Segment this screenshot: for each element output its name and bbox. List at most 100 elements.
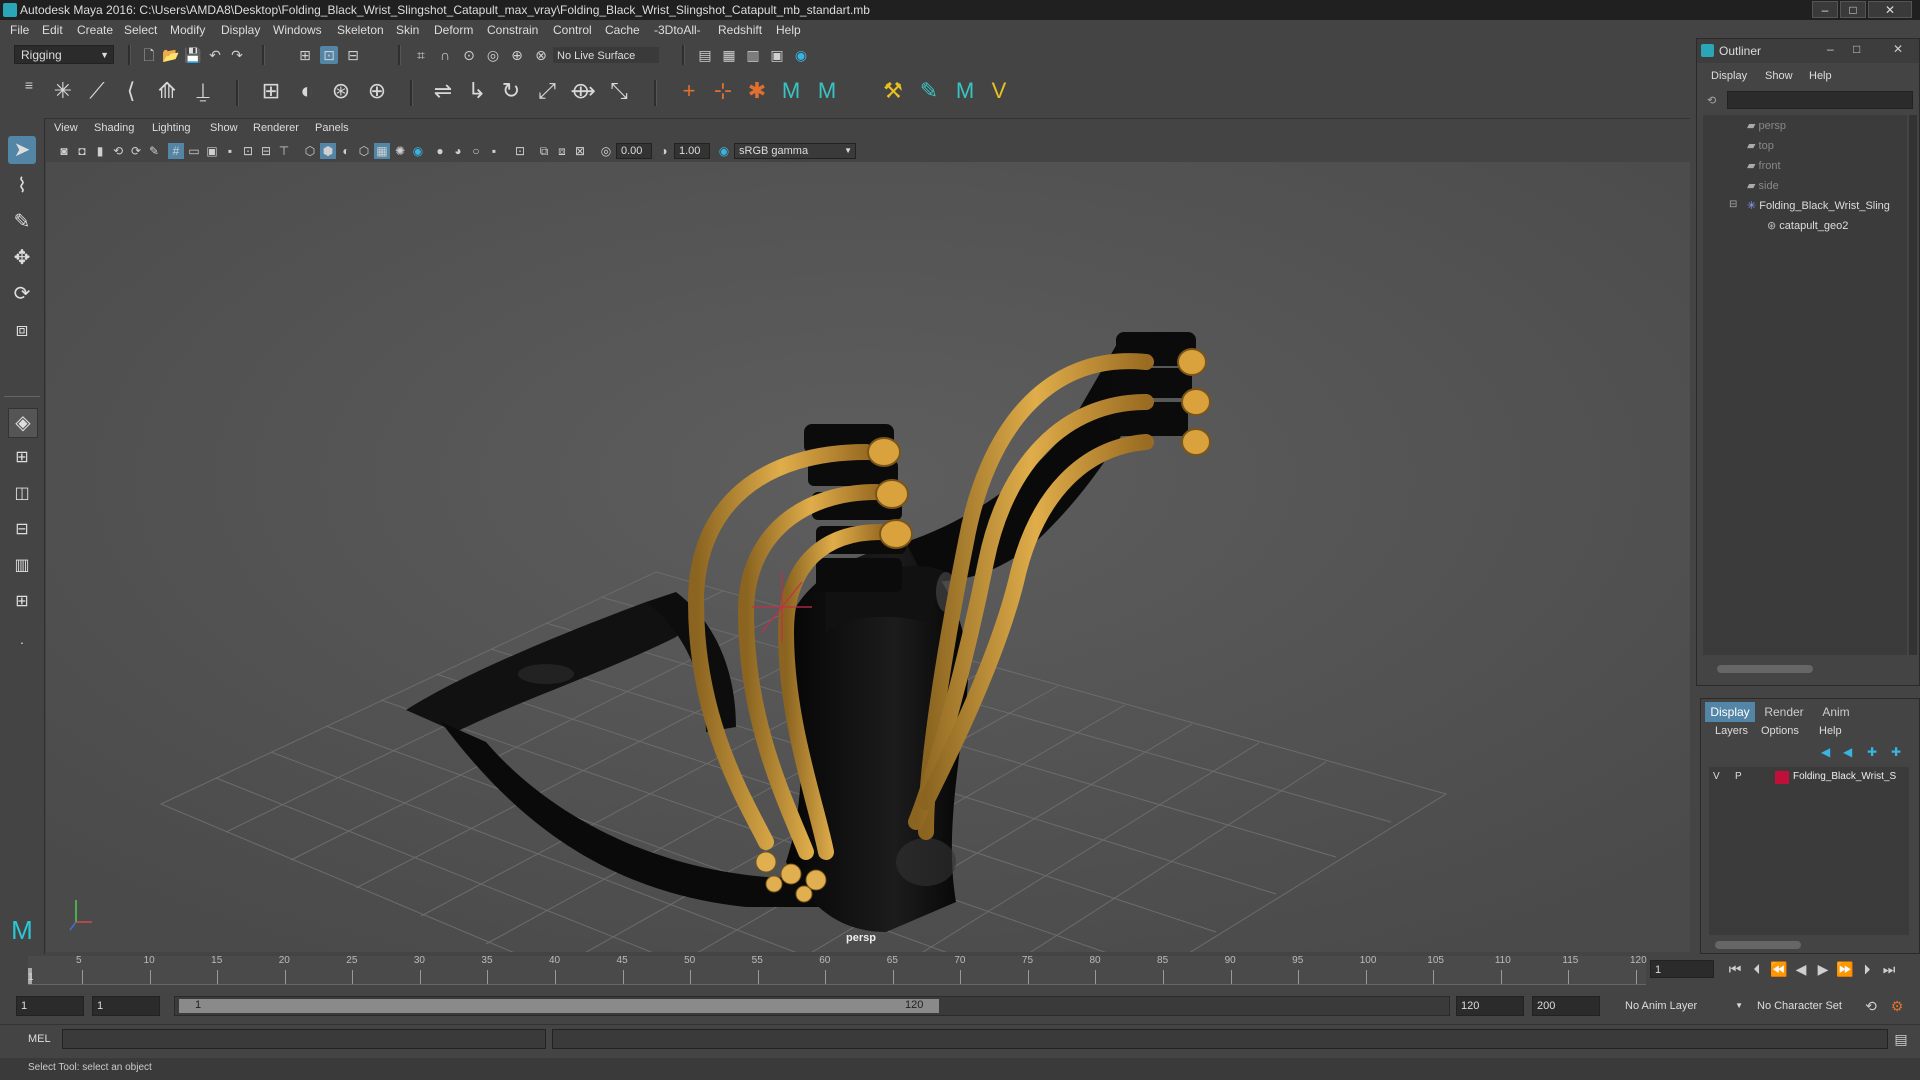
auto-key-icon[interactable]: ⟲ <box>1862 997 1880 1015</box>
snap-grid-icon[interactable]: ⌗ <box>412 46 430 64</box>
maximize-button[interactable]: □ <box>1840 1 1866 18</box>
exposure-icon[interactable]: ◎ <box>598 143 614 159</box>
toolbox-more-icon[interactable]: · <box>8 628 36 656</box>
aim-constraint-icon[interactable]: ↳ <box>462 76 492 106</box>
tab-display[interactable]: Display <box>1705 702 1755 722</box>
single-perspective-view-icon[interactable]: ◈ <box>8 408 38 438</box>
step-back-key-icon[interactable]: ⏴ <box>1748 960 1766 978</box>
menu-set-dropdown[interactable]: Rigging ▼ <box>14 45 114 64</box>
outliner-filter-icon[interactable]: ⟲ <box>1707 94 1716 107</box>
outliner-minimize-icon[interactable]: – <box>1827 42 1834 56</box>
two-view-layout-icon[interactable]: ◫ <box>8 480 36 508</box>
script-language-toggle[interactable]: MEL <box>28 1033 51 1045</box>
time-slider[interactable]: 5 10 15 20 25 30 35 40 45 50 55 60 65 70 75 80 85 90 95 100… <box>0 954 1920 990</box>
safe-title-icon[interactable]: ⊤ <box>276 143 292 159</box>
close-button[interactable]: ✕ <box>1868 1 1912 18</box>
minimize-button[interactable]: – <box>1812 1 1838 18</box>
parent-constraint-icon[interactable]: ⟴ <box>568 76 598 106</box>
locator-icon[interactable]: + <box>674 76 704 106</box>
sculpt-tool-icon[interactable]: ✎ <box>914 76 944 106</box>
play-backwards-icon[interactable]: ◀ <box>1792 960 1810 978</box>
timeline-track[interactable] <box>28 956 1646 985</box>
rotate-tool-icon[interactable]: ⟳ <box>8 280 36 308</box>
ik-fk-icon[interactable]: ⊹ <box>708 76 738 106</box>
select-component-icon[interactable]: ⊟ <box>344 46 362 64</box>
menu-create[interactable]: Create <box>77 23 113 37</box>
paint-tool-icon[interactable]: ⚒ <box>878 76 908 106</box>
playback-start-field[interactable]: 1 <box>92 996 160 1016</box>
menu-3dtoall[interactable]: -3DtoAll- <box>654 23 701 37</box>
menu-select[interactable]: Select <box>124 23 157 37</box>
animation-end-field[interactable]: 200 <box>1532 996 1600 1016</box>
snap-view-icon[interactable]: ◎ <box>484 46 502 64</box>
color-space-dropdown[interactable]: sRGB gamma ▼ <box>734 143 856 159</box>
ipr-render-icon[interactable]: ▥ <box>744 46 762 64</box>
menu-constrain[interactable]: Constrain <box>487 23 538 37</box>
select-hierarchy-icon[interactable]: ⊞ <box>296 46 314 64</box>
scale-constraint-icon[interactable]: ⤢ <box>532 76 562 106</box>
new-scene-icon[interactable]: 🗋 <box>140 46 158 64</box>
go-to-end-icon[interactable]: ⏭ <box>1880 960 1898 978</box>
bind-skin-icon[interactable]: ⊞ <box>256 76 286 106</box>
move-layer-down-icon[interactable]: ◀ <box>1843 745 1852 759</box>
render-frame-icon[interactable]: ▦ <box>720 46 738 64</box>
hik-icon[interactable]: ✱ <box>742 76 772 106</box>
menu-skin[interactable]: Skin <box>396 23 419 37</box>
wireframe-icon[interactable]: ⬡ <box>302 143 318 159</box>
use-default-material-icon[interactable]: ◐ <box>338 143 354 159</box>
hypershade-layout-icon[interactable]: ⊞ <box>8 588 36 616</box>
panel-menu-renderer[interactable]: Renderer <box>253 122 299 134</box>
shelf-menu-icon[interactable]: ≡ <box>20 76 38 94</box>
joint-tool-icon[interactable]: ✳ <box>48 76 78 106</box>
menu-modify[interactable]: Modify <box>170 23 205 37</box>
camera-attributes-icon[interactable]: ◘ <box>74 143 90 159</box>
screen-space-ao-icon[interactable]: ● <box>432 143 448 159</box>
ik-spline-icon[interactable]: ⟨ <box>116 76 146 106</box>
select-object-icon[interactable]: ⊡ <box>320 46 338 64</box>
outliner-persp-layout-icon[interactable]: ⊟ <box>8 516 36 544</box>
menu-skeleton[interactable]: Skeleton <box>337 23 384 37</box>
mirror-joint-icon[interactable]: ⍊ <box>188 76 218 106</box>
panel-menu-lighting[interactable]: Lighting <box>152 122 191 134</box>
open-scene-icon[interactable]: 📂 <box>162 46 180 64</box>
layer-menu-help[interactable]: Help <box>1819 725 1842 737</box>
cluster-icon[interactable]: ⊕ <box>362 76 392 106</box>
depth-of-field-icon[interactable]: ▪ <box>486 143 502 159</box>
smooth-shade-icon[interactable]: ⬢ <box>320 143 336 159</box>
move-tool-icon[interactable]: ✥ <box>8 244 36 272</box>
new-layer-selected-icon[interactable]: ✚ <box>1891 745 1901 759</box>
step-forward-frame-icon[interactable]: ⏩ <box>1836 960 1854 978</box>
wedge-tool-icon[interactable]: V <box>984 76 1014 106</box>
current-frame-field[interactable]: 1 <box>1650 960 1714 978</box>
paint-select-icon[interactable]: ✎ <box>8 208 36 236</box>
move-layer-up-icon[interactable]: ◀ <box>1821 745 1830 759</box>
outliner-menu-help[interactable]: Help <box>1809 70 1832 82</box>
redo-icon[interactable]: ↷ <box>228 46 246 64</box>
script-editor-icon[interactable]: ▤ <box>1892 1030 1910 1048</box>
graph-persp-layout-icon[interactable]: ▥ <box>8 552 36 580</box>
outliner-item-group[interactable]: ✳ Folding_Black_Wrist_Sling <box>1747 199 1890 212</box>
render-settings-icon[interactable]: ▤ <box>696 46 714 64</box>
resolution-gate-icon[interactable]: ▣ <box>204 143 220 159</box>
hypershade-icon[interactable]: ◉ <box>792 46 810 64</box>
outliner-item-mesh[interactable]: ⊛ catapult_geo2 <box>1767 219 1848 232</box>
shadows-icon[interactable]: ◉ <box>410 143 426 159</box>
panel-menu-view[interactable]: View <box>54 122 78 134</box>
play-forwards-icon[interactable]: ▶ <box>1814 960 1832 978</box>
gamma-icon[interactable]: ◑ <box>656 143 672 159</box>
snap-point-icon[interactable]: ⊙ <box>460 46 478 64</box>
wireframe-on-shaded-icon[interactable]: ⬡ <box>356 143 372 159</box>
point-constraint-icon[interactable]: ⇌ <box>428 76 458 106</box>
snap-curve-icon[interactable]: ∩ <box>436 46 454 64</box>
scale-tool-icon[interactable]: ⧈ <box>8 316 36 344</box>
maya-tool-3-icon[interactable]: M <box>950 76 980 106</box>
use-all-lights-icon[interactable]: ✺ <box>392 143 408 159</box>
panel-menu-shading[interactable]: Shading <box>94 122 134 134</box>
outliner-vertical-scrollbar[interactable] <box>1909 115 1917 655</box>
image-plane-icon[interactable]: ⟲ <box>110 143 126 159</box>
menu-display[interactable]: Display <box>221 23 260 37</box>
grease-pencil-icon[interactable]: ✎ <box>146 143 162 159</box>
command-input[interactable] <box>62 1029 546 1049</box>
outliner-item-top[interactable]: ▰ top <box>1747 139 1774 152</box>
paint-weights-icon[interactable]: ◐ <box>292 76 322 106</box>
